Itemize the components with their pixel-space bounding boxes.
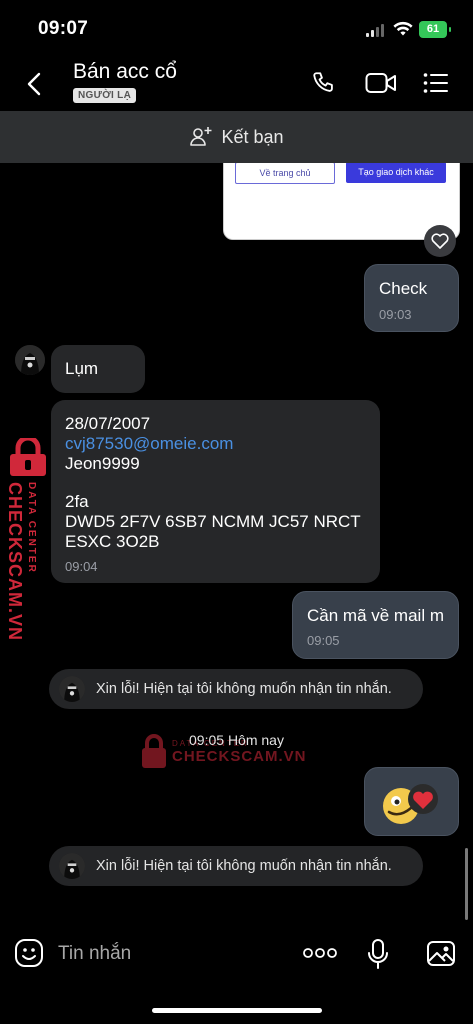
message-input[interactable]: Tin nhắn <box>58 943 131 965</box>
phone-icon <box>313 72 333 92</box>
sticker-message[interactable] <box>364 767 459 836</box>
message-line: 2fa <box>65 492 89 511</box>
cellular-signal-icon <box>366 24 386 37</box>
email-link[interactable]: cvj87530@omeie.com <box>65 434 233 454</box>
message-text: Cần mã về mail m <box>307 606 444 625</box>
scrollbar[interactable] <box>465 848 468 920</box>
emoji-button[interactable] <box>14 938 44 973</box>
message-line: ESXC 3O2B <box>65 532 160 551</box>
add-person-icon <box>190 127 212 146</box>
message-bubble-outgoing[interactable]: Cần mã về mail m 09:05 <box>292 591 459 659</box>
image-picker-button[interactable] <box>426 940 456 972</box>
sender-avatar[interactable] <box>15 345 45 375</box>
heart-outline-icon <box>431 233 449 249</box>
message-line: Jeon9999 <box>65 454 140 473</box>
voice-record-button[interactable] <box>367 938 389 975</box>
watermark-text-large: CHECKSCAM.VN <box>172 748 307 765</box>
date-separator: 09:05 Hôm nay <box>189 732 284 748</box>
smiley-icon <box>15 939 43 967</box>
new-transaction-button[interactable]: Tạo giao dịch khác <box>346 162 446 183</box>
video-call-button[interactable] <box>365 71 397 100</box>
message-line: DWD5 2F7V 6SB7 NCMM JC57 NRCT <box>65 512 361 531</box>
hooded-figure-icon <box>59 853 85 879</box>
more-options-button[interactable] <box>302 946 338 965</box>
options-menu-button[interactable] <box>423 72 449 99</box>
chevron-left-icon <box>27 72 41 96</box>
system-notice: Xin lỗi! Hiện tại tôi không muốn nhận ti… <box>49 669 423 709</box>
system-notice-text: Xin lỗi! Hiện tại tôi không muốn nhận ti… <box>96 858 392 874</box>
emoji-sticker-icon <box>383 784 438 824</box>
sender-avatar <box>59 853 85 879</box>
home-indicator[interactable] <box>152 1008 322 1013</box>
watermark-text-small: DATA CENTER <box>26 482 37 574</box>
message-bubble-incoming[interactable]: 28/07/2007 cvj87530@omeie.com Jeon9999 2… <box>51 400 380 583</box>
image-icon <box>427 941 455 966</box>
sender-avatar <box>59 676 85 702</box>
status-time: 09:07 <box>38 18 89 39</box>
message-text: Lụm <box>65 359 99 378</box>
list-menu-icon <box>423 73 448 93</box>
battery-indicator: 61 <box>419 21 451 38</box>
message-bubble-outgoing[interactable]: Check 09:03 <box>364 264 459 332</box>
add-friend-label: Kết bạn <box>221 126 284 147</box>
video-camera-icon <box>365 73 396 93</box>
message-line: 28/07/2007 <box>65 414 151 433</box>
add-friend-bar[interactable]: Kết bạn <box>0 111 473 163</box>
hooded-figure-icon <box>59 676 85 702</box>
watermark-text-large: CHECKSCAM.VN <box>5 482 25 642</box>
microphone-icon <box>368 939 388 969</box>
message-bubble-incoming[interactable]: Lụm <box>51 345 145 393</box>
stranger-badge: NGƯỜI LẠ <box>73 88 137 103</box>
system-notice: Xin lỗi! Hiện tại tôi không muốn nhận ti… <box>49 846 423 886</box>
go-home-button[interactable]: Về trang chủ <box>235 162 335 184</box>
back-button[interactable] <box>22 70 46 98</box>
hooded-figure-icon <box>15 345 45 375</box>
system-notice-text: Xin lỗi! Hiện tại tôi không muốn nhận ti… <box>96 681 392 697</box>
watermark-lock-icon <box>6 435 50 483</box>
message-time: 09:05 <box>307 633 340 648</box>
react-heart-button[interactable] <box>424 225 456 257</box>
wifi-icon <box>393 21 413 42</box>
message-time: 09:03 <box>379 307 412 322</box>
chat-title[interactable]: Bán acc cổ <box>73 60 177 84</box>
message-time: 09:04 <box>65 559 98 574</box>
more-dots-icon <box>303 948 337 958</box>
message-text: Check <box>379 279 428 298</box>
voice-call-button[interactable] <box>311 70 337 101</box>
